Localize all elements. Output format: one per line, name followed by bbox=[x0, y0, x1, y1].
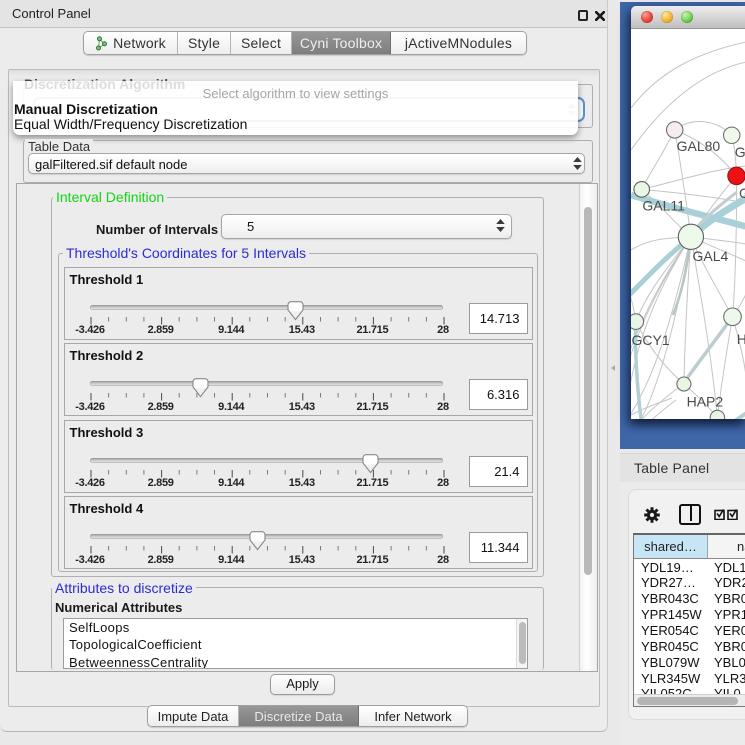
svg-text:GAL11: GAL11 bbox=[642, 198, 685, 214]
svg-text:HAP2: HAP2 bbox=[687, 394, 724, 410]
svg-text:GAL4: GAL4 bbox=[693, 248, 729, 264]
svg-text:GAL8: GAL8 bbox=[735, 144, 745, 160]
svg-text:HI: HI bbox=[737, 331, 745, 347]
svg-text:GCY1: GCY1 bbox=[632, 332, 670, 348]
svg-text:GAL80: GAL80 bbox=[677, 138, 721, 154]
svg-text:G: G bbox=[739, 185, 745, 201]
